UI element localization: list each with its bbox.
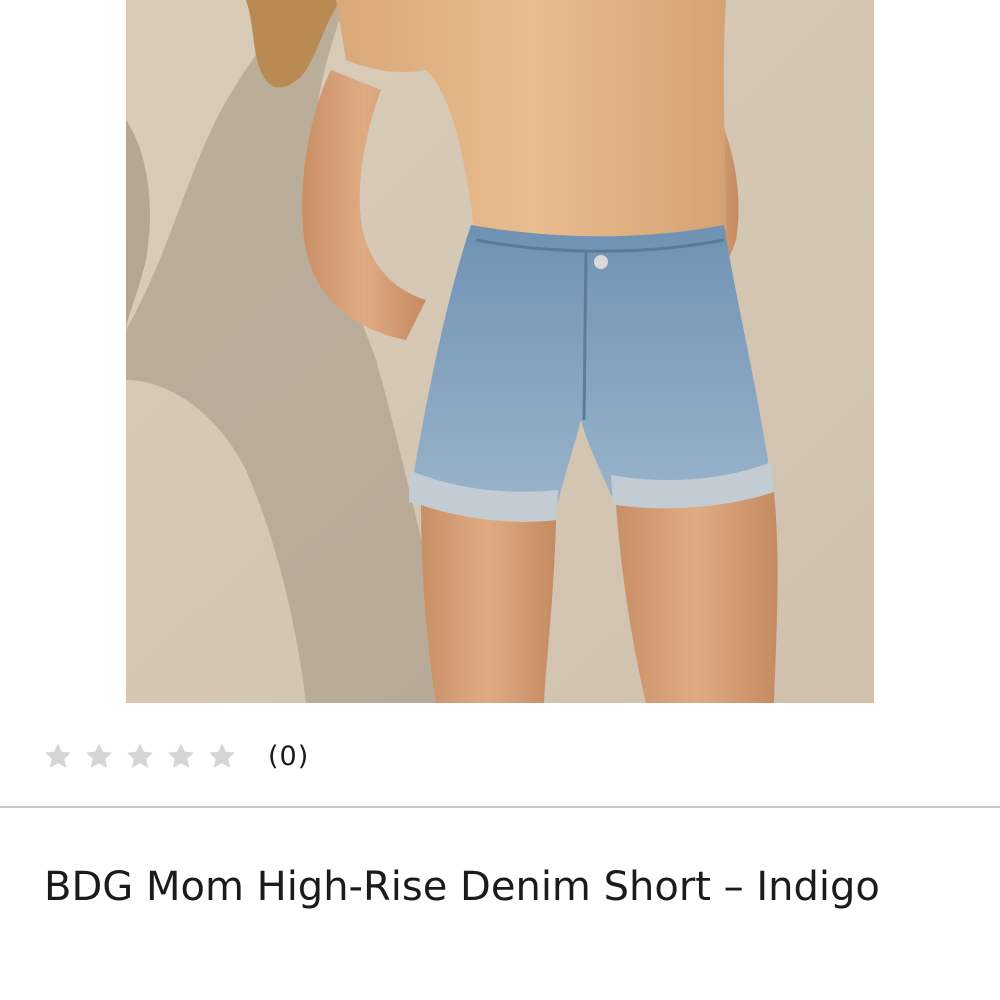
rating-row[interactable]: (0) [42, 734, 309, 778]
product-page: (0) BDG Mom High-Rise Denim Short – Indi… [0, 0, 1000, 1000]
star-empty-icon [209, 743, 235, 768]
star-empty-icon [168, 743, 194, 768]
review-count[interactable]: (0) [268, 741, 309, 772]
star-empty-icon [45, 743, 71, 768]
product-image[interactable] [126, 0, 874, 703]
divider [0, 806, 1000, 808]
star-empty-icon [127, 743, 153, 768]
star-empty-icon [86, 743, 112, 768]
star-rating [42, 740, 238, 772]
product-photo [126, 0, 874, 703]
product-title: BDG Mom High-Rise Denim Short – Indigo [44, 864, 880, 910]
